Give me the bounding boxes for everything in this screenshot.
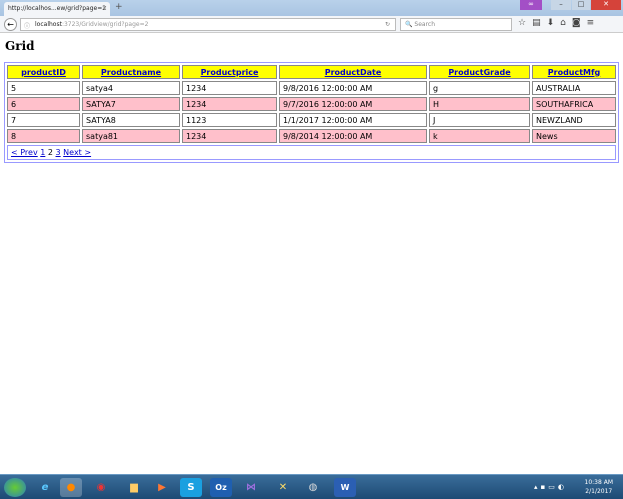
cell: H	[429, 97, 530, 111]
minimize-button[interactable]: –	[551, 0, 571, 10]
sort-link[interactable]: ProductMfg	[548, 68, 600, 77]
cell: 5	[7, 81, 80, 95]
reading-list-icon[interactable]: ▤	[532, 18, 541, 28]
clock[interactable]: 10:38 AM 2/1/2017	[585, 478, 613, 496]
file-explorer-icon[interactable]: ▆	[123, 478, 145, 497]
pocket-icon[interactable]: ◙	[572, 18, 581, 28]
current-page: 2	[47, 148, 53, 157]
menu-icon[interactable]: ≡	[587, 18, 595, 28]
cell: SATYA8	[82, 113, 180, 127]
cell: News	[532, 129, 616, 143]
search-input[interactable]: 🔍 Search	[400, 18, 512, 31]
home-icon[interactable]: ⌂	[560, 18, 566, 28]
private-mask-icon: ∞	[520, 0, 542, 10]
skype-icon[interactable]: S	[180, 478, 202, 497]
pager-row: < Prev 1 2 3 Next >	[7, 145, 616, 160]
control-panel-icon[interactable]: ◍	[302, 478, 324, 497]
start-button[interactable]	[4, 478, 26, 497]
next-page-link[interactable]: Next >	[63, 148, 91, 157]
media-player-icon[interactable]: ▶	[151, 478, 173, 497]
cell: SATYA7	[82, 97, 180, 111]
cell: 9/7/2016 12:00:00 AM	[279, 97, 427, 111]
search-placeholder: Search	[414, 21, 436, 28]
tools-icon[interactable]: ✕	[272, 478, 294, 497]
cell: 8	[7, 129, 80, 143]
cell: 1234	[182, 81, 277, 95]
cell: satya81	[82, 129, 180, 143]
cell: satya4	[82, 81, 180, 95]
header-productname[interactable]: Productname	[82, 65, 180, 79]
tab-bar: http://localhos...ew/grid?page=2 × + ∞ – …	[0, 0, 623, 16]
header-productdate[interactable]: ProductDate	[279, 65, 427, 79]
close-window-button[interactable]: ✕	[591, 0, 621, 10]
browser-tab[interactable]: http://localhos...ew/grid?page=2 ×	[4, 2, 110, 16]
chrome-icon[interactable]: ◉	[90, 478, 112, 497]
sort-link[interactable]: Productname	[101, 68, 161, 77]
reload-icon[interactable]: ↻	[385, 21, 390, 28]
taskbar: e ● ◉ ▆ ▶ S Oz ⋈ ✕ ◍ W ▴▪▭◐ 10:38 AM 2/1/…	[0, 474, 623, 499]
page-link-3[interactable]: 3	[56, 148, 61, 157]
url-host: localhost	[35, 21, 62, 28]
prev-page-link[interactable]: < Prev	[11, 148, 38, 157]
sort-link[interactable]: ProductDate	[325, 68, 382, 77]
tab-title: http://localhos...ew/grid?page=2	[8, 5, 107, 12]
cell: g	[429, 81, 530, 95]
outlook-icon[interactable]: Oz	[210, 478, 232, 497]
cell: AUSTRALIA	[532, 81, 616, 95]
cell: 6	[7, 97, 80, 111]
header-productprice[interactable]: Productprice	[182, 65, 277, 79]
download-icon[interactable]: ⬇	[547, 18, 555, 28]
table-row: 5 satya4 1234 9/8/2016 12:00:00 AM g AUSTRALI…	[7, 81, 616, 95]
cell: k	[429, 129, 530, 143]
new-tab-icon[interactable]: +	[115, 2, 123, 12]
visual-studio-icon[interactable]: ⋈	[240, 478, 262, 497]
cell: SOUTHAFRICA	[532, 97, 616, 111]
url-path: :3723/Gridview/grid?page=2	[61, 21, 149, 28]
maximize-button[interactable]: □	[572, 0, 590, 10]
bookmark-star-icon[interactable]: ☆	[518, 18, 526, 28]
sort-link[interactable]: Productprice	[201, 68, 259, 77]
cell: NEWZLAND	[532, 113, 616, 127]
table-row: 8 satya81 1234 9/8/2014 12:00:00 AM k News	[7, 129, 616, 143]
product-grid: productID Productname Productprice Produ…	[4, 62, 619, 163]
cell: 1/1/2017 12:00:00 AM	[279, 113, 427, 127]
system-tray[interactable]: ▴▪▭◐	[534, 483, 567, 491]
header-productgrade[interactable]: ProductGrade	[429, 65, 530, 79]
cell: 1234	[182, 97, 277, 111]
page-title: Grid	[5, 39, 35, 53]
internet-explorer-icon[interactable]: e	[34, 478, 56, 497]
cell: 9/8/2014 12:00:00 AM	[279, 129, 427, 143]
clock-date: 2/1/2017	[585, 488, 613, 495]
table-row: 7 SATYA8 1123 1/1/2017 12:00:00 AM J NEWZLAND	[7, 113, 616, 127]
cell: 1234	[182, 129, 277, 143]
firefox-icon[interactable]: ●	[60, 478, 82, 497]
word-icon[interactable]: W	[334, 478, 356, 497]
address-bar[interactable]: ⓘ localhost:3723/Gridview/grid?page=2 ↻	[20, 18, 396, 31]
clock-time: 10:38 AM	[584, 479, 613, 486]
pager: < Prev 1 2 3 Next >	[7, 145, 616, 160]
table-row: 6 SATYA7 1234 9/7/2016 12:00:00 AM H SOUTHAFR…	[7, 97, 616, 111]
sort-link[interactable]: ProductGrade	[448, 68, 510, 77]
header-row: productID Productname Productprice Produ…	[7, 65, 616, 79]
cell: 7	[7, 113, 80, 127]
nav-bar: ← ⓘ localhost:3723/Gridview/grid?page=2 ↻ …	[0, 16, 623, 33]
info-icon[interactable]: ⓘ	[24, 21, 30, 30]
sort-link[interactable]: productID	[21, 68, 66, 77]
cell: 1123	[182, 113, 277, 127]
header-productmfg[interactable]: ProductMfg	[532, 65, 616, 79]
cell: 9/8/2016 12:00:00 AM	[279, 81, 427, 95]
cell: J	[429, 113, 530, 127]
header-productid[interactable]: productID	[7, 65, 80, 79]
back-button[interactable]: ←	[4, 18, 17, 31]
close-tab-icon[interactable]: ×	[102, 5, 107, 12]
window-controls: ∞ – □ ✕	[520, 0, 621, 10]
page-link-1[interactable]: 1	[40, 148, 45, 157]
